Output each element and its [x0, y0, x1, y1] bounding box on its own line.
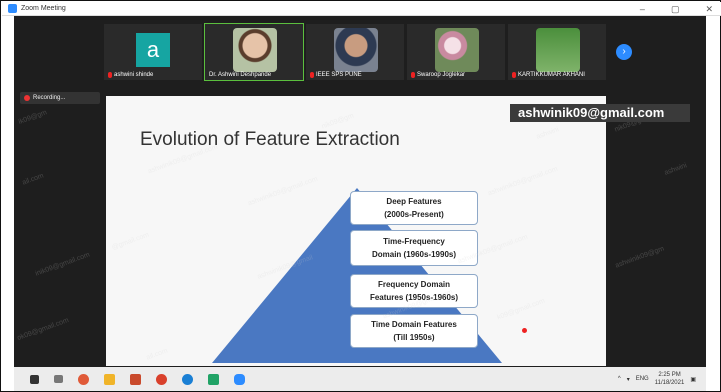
- watermark: ik09@gm: [17, 109, 48, 126]
- recording-indicator[interactable]: Recording...: [20, 92, 100, 104]
- participant-video: [334, 28, 378, 72]
- zoom-logo-icon: [8, 4, 17, 13]
- file-explorer-icon[interactable]: [104, 373, 115, 385]
- task-view-icon[interactable]: [54, 375, 63, 383]
- next-page-button[interactable]: ›: [616, 44, 632, 60]
- participant-video: [233, 28, 277, 72]
- language-indicator[interactable]: ENG: [636, 376, 649, 382]
- record-dot-icon: [24, 95, 30, 101]
- meeting-stage: a ashwini shinde Dr. Ashwini Deshpande I…: [14, 16, 706, 367]
- watermark: ashwini: [535, 126, 560, 141]
- clock[interactable]: 2:25 PM 11/18/2021: [655, 371, 685, 387]
- watermark: ail.com: [145, 347, 169, 362]
- level-box-time-domain: Time Domain Features (Till 1950s): [350, 314, 478, 348]
- chrome-icon[interactable]: [156, 373, 167, 385]
- watermark: @gmail.com: [110, 231, 151, 252]
- muted-mic-icon: [512, 72, 516, 78]
- laser-pointer-dot: [522, 328, 527, 333]
- participant-name: ashwini shinde: [114, 72, 154, 78]
- shared-screen-slide: Evolution of Feature Extraction Deep Fea…: [106, 96, 606, 366]
- watermark: ashwinik09@gmail.com: [487, 165, 559, 198]
- zoom-taskbar-icon[interactable]: [234, 373, 245, 385]
- close-button[interactable]: ✕: [705, 2, 713, 16]
- participant-name: Swaroop Joglekar: [417, 72, 466, 78]
- muted-mic-icon: [108, 72, 112, 78]
- edge-icon[interactable]: [182, 373, 193, 385]
- watermark: ok09@gmail.com: [16, 316, 70, 343]
- window-title: Zoom Meeting: [21, 5, 66, 12]
- participant-video: [536, 28, 580, 72]
- participant-name: KARTIKKUMAR AKHANI: [518, 72, 585, 78]
- recording-label: Recording...: [33, 95, 66, 101]
- watermark: ashwinik09@gm: [614, 245, 666, 270]
- level-line1: Time-Frequency: [383, 237, 445, 246]
- participant-video: [435, 28, 479, 72]
- participant-gallery: a ashwini shinde Dr. Ashwini Deshpande I…: [104, 23, 606, 81]
- participant-tile[interactable]: a ashwini shinde: [104, 24, 202, 80]
- powerpoint-icon[interactable]: [130, 373, 141, 385]
- level-line1: Frequency Domain: [377, 280, 450, 289]
- level-line1: Deep Features: [386, 197, 442, 206]
- title-bar: Zoom Meeting – ▢ ✕: [2, 2, 721, 16]
- participant-tile[interactable]: IEEE SPS PUNE: [306, 24, 404, 80]
- windows-taskbar: ^ ▾ ENG 2:25 PM 11/18/2021 ▣: [14, 367, 706, 391]
- muted-mic-icon: [411, 72, 415, 78]
- avatar: a: [136, 33, 170, 67]
- watermark: nik09@gm: [320, 112, 355, 131]
- minimize-button[interactable]: –: [640, 2, 645, 16]
- participant-name: Dr. Ashwini Deshpande: [209, 72, 272, 78]
- level-line2: (2000s-Present): [384, 210, 444, 219]
- watermark: k09@gmail.com: [496, 297, 546, 322]
- participant-name: IEEE SPS PUNE: [316, 72, 362, 78]
- muted-mic-icon: [310, 72, 314, 78]
- chrome-icon[interactable]: [78, 373, 89, 385]
- network-icon[interactable]: ▾: [627, 376, 630, 383]
- excel-icon[interactable]: [208, 373, 219, 385]
- level-box-deep-features: Deep Features (2000s-Present): [350, 191, 478, 225]
- notifications-icon[interactable]: ▣: [690, 376, 696, 383]
- level-line1: Time Domain Features: [371, 320, 457, 329]
- participant-tile[interactable]: KARTIKKUMAR AKHANI: [508, 24, 606, 80]
- watermark: inik09@gmail.com: [34, 251, 91, 278]
- slide-title: Evolution of Feature Extraction: [140, 129, 400, 150]
- chevron-up-icon[interactable]: ^: [618, 376, 621, 382]
- windows-icon[interactable]: [30, 374, 39, 384]
- level-line2: (Till 1950s): [393, 333, 435, 342]
- maximize-button[interactable]: ▢: [671, 2, 680, 16]
- clock-time: 2:25 PM: [658, 372, 681, 378]
- participant-tile[interactable]: Swaroop Joglekar: [407, 24, 505, 80]
- clock-date: 11/18/2021: [654, 380, 685, 386]
- email-watermark-label: ashwinik09@gmail.com: [510, 104, 690, 122]
- system-tray: ^ ▾ ENG 2:25 PM 11/18/2021 ▣: [618, 367, 696, 391]
- participant-tile-active-speaker[interactable]: Dr. Ashwini Deshpande: [204, 23, 304, 81]
- watermark: ail.com: [21, 172, 45, 187]
- watermark: ashwini: [663, 162, 688, 177]
